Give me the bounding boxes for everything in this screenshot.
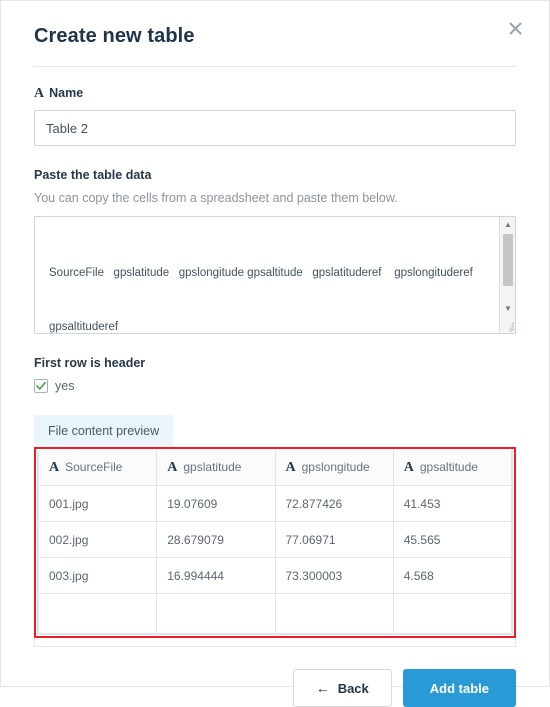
text-type-icon: A <box>34 86 45 101</box>
table-cell[interactable]: 28.679079 <box>156 521 276 558</box>
preview-table-container: A SourceFile A gpslatitude A gpslongitud… <box>37 450 513 635</box>
resize-handle-icon[interactable] <box>501 319 514 332</box>
arrow-left-icon: ← <box>315 680 330 696</box>
table-row[interactable]: 003.jpg 16.994444 73.300003 4.568 <box>37 557 513 594</box>
column-header-label: gpslatitude <box>183 460 242 474</box>
header-divider <box>34 66 516 67</box>
first-row-header-checkbox[interactable] <box>34 379 48 393</box>
name-label-text: Name <box>49 86 84 100</box>
textarea-vertical-scrollbar[interactable]: ▲ ▼ <box>499 217 515 333</box>
check-icon <box>36 381 46 390</box>
page-title: Create new table <box>34 25 195 47</box>
dialog-header: Create new table <box>34 1 521 66</box>
text-type-icon: A <box>285 460 296 475</box>
preview-highlight-outline: A SourceFile A gpslatitude A gpslongitud… <box>34 447 516 638</box>
table-cell[interactable]: 45.565 <box>392 521 513 558</box>
table-cell[interactable]: 003.jpg <box>37 557 158 594</box>
paste-section-heading: Paste the table data <box>34 168 516 182</box>
text-type-icon: A <box>167 460 178 475</box>
first-row-header-heading: First row is header <box>34 356 516 370</box>
back-button-label: Back <box>337 680 369 696</box>
add-table-button-label: Add table <box>429 680 489 696</box>
tab-file-content-preview[interactable]: File content preview <box>34 415 174 447</box>
column-header-sourcefile[interactable]: A SourceFile <box>37 450 158 486</box>
first-row-header-text: First row is header <box>34 356 146 370</box>
column-header-gpslatitude[interactable]: A gpslatitude <box>156 450 276 486</box>
dialog-footer: ← Back Add table <box>34 647 516 707</box>
table-row[interactable] <box>37 593 513 634</box>
scroll-up-icon[interactable]: ▲ <box>500 217 515 232</box>
scroll-down-icon[interactable]: ▼ <box>500 301 515 316</box>
table-header-row: A SourceFile A gpslatitude A gpslongitud… <box>37 450 513 486</box>
column-header-label: gpsaltitude <box>419 460 478 474</box>
column-header-label: gpslongitude <box>301 460 370 474</box>
table-cell[interactable] <box>274 593 394 634</box>
table-cell[interactable]: 4.568 <box>392 557 513 594</box>
column-header-gpsaltitude[interactable]: A gpsaltitude <box>392 450 513 486</box>
table-cell[interactable]: 72.877426 <box>274 485 394 522</box>
table-cell[interactable] <box>392 593 513 634</box>
textarea-line: SourceFile gpslatitude gpslongitude gpsa… <box>49 267 473 279</box>
table-cell[interactable]: 73.300003 <box>274 557 394 594</box>
table-cell[interactable]: 19.07609 <box>156 485 276 522</box>
create-table-dialog: Create new table A Name Paste the table … <box>0 0 550 707</box>
table-cell[interactable]: 002.jpg <box>37 521 158 558</box>
textarea-content[interactable]: SourceFile gpslatitude gpslongitude gpsa… <box>35 217 505 333</box>
back-button[interactable]: ← Back <box>292 669 392 707</box>
text-type-icon: A <box>403 460 414 475</box>
add-table-button[interactable]: Add table <box>402 669 516 707</box>
table-cell[interactable] <box>156 593 276 634</box>
table-cell[interactable]: 001.jpg <box>37 485 158 522</box>
text-type-icon: A <box>49 460 60 475</box>
paste-data-textarea[interactable]: SourceFile gpslatitude gpslongitude gpsa… <box>34 216 516 334</box>
table-row[interactable]: 002.jpg 28.679079 77.06971 45.565 <box>37 521 513 558</box>
checkbox-label: yes <box>55 379 75 393</box>
column-header-gpslongitude[interactable]: A gpslongitude <box>274 450 394 486</box>
column-header-label: SourceFile <box>65 460 123 474</box>
table-name-input[interactable] <box>34 110 516 146</box>
table-cell[interactable]: 77.06971 <box>274 521 394 558</box>
preview-tab-strip: File content preview <box>34 415 516 447</box>
preview-horizontal-scrollbar[interactable] <box>34 638 516 647</box>
table-cell[interactable]: 41.453 <box>392 485 513 522</box>
paste-help-text: You can copy the cells from a spreadshee… <box>34 191 398 205</box>
close-icon[interactable] <box>502 15 528 41</box>
name-field-label: A Name <box>34 86 516 101</box>
preview-table: A SourceFile A gpslatitude A gpslongitud… <box>37 450 513 634</box>
paste-heading-text: Paste the table data <box>34 168 152 182</box>
table-cell[interactable]: 16.994444 <box>156 557 276 594</box>
first-row-header-checkbox-row[interactable]: yes <box>34 379 516 393</box>
textarea-line: gpsaltituderef <box>49 321 119 333</box>
table-row[interactable]: 001.jpg 19.07609 72.877426 41.453 <box>37 485 513 522</box>
table-cell[interactable] <box>37 593 158 634</box>
scrollbar-thumb[interactable] <box>503 234 513 286</box>
